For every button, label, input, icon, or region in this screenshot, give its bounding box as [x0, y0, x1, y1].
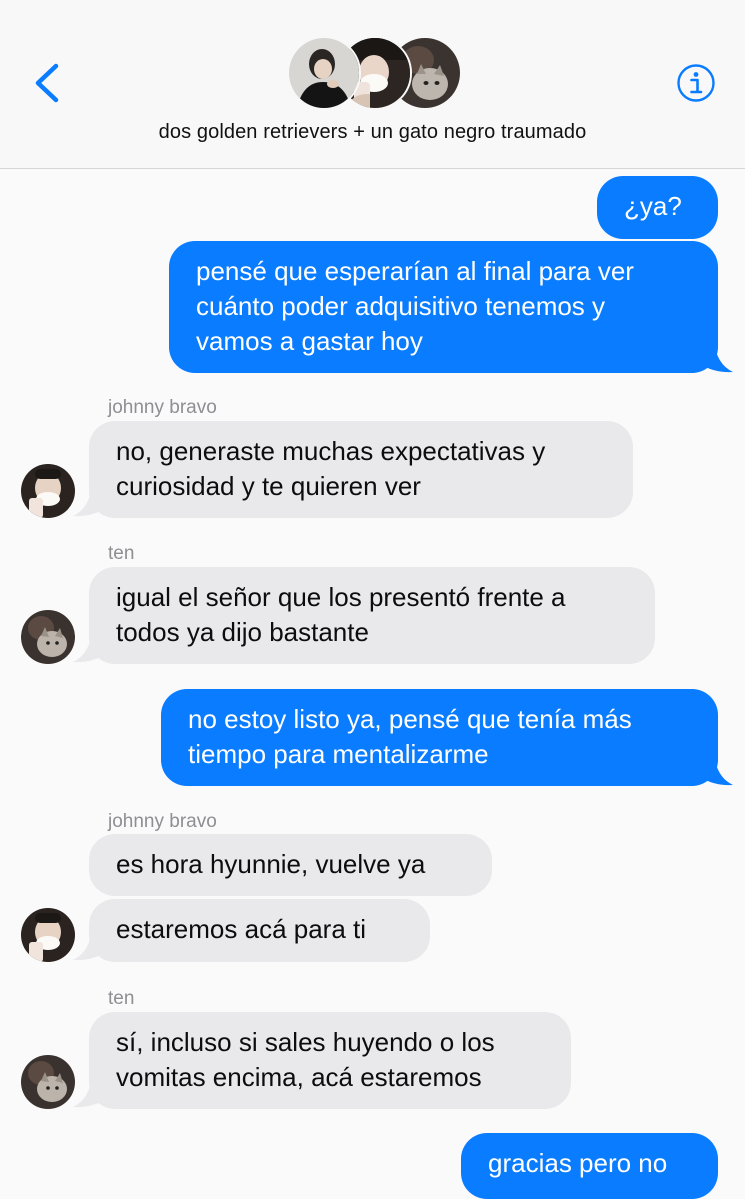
- message-text-line: no, generaste muchas expectativas y: [116, 436, 546, 466]
- message-text: es hora hyunnie, vuelve ya: [116, 849, 426, 879]
- bubble-tail-incoming: [73, 1075, 106, 1108]
- bubble-tail-incoming: [73, 630, 106, 663]
- contact-avatar-ten[interactable]: [21, 1055, 75, 1109]
- sender-name: ten: [108, 543, 135, 564]
- back-button[interactable]: [28, 60, 68, 106]
- sender-name: johnny bravo: [108, 811, 217, 832]
- message-text-line: curiosidad y te quieren ver: [116, 471, 421, 501]
- incoming-message-bubble[interactable]: sí, incluso si sales huyendo o los vomit…: [89, 1012, 571, 1109]
- outgoing-message-bubble[interactable]: gracias pero no: [461, 1133, 718, 1199]
- contact-avatar-johnny[interactable]: [21, 908, 75, 962]
- info-button[interactable]: [676, 63, 716, 103]
- message-text-line: tiempo para mentalizarme: [188, 739, 489, 769]
- chevron-left-icon: [35, 63, 59, 103]
- bubble-tail-incoming: [73, 484, 106, 517]
- message-text-line: sí, incluso si sales huyendo o los: [116, 1027, 495, 1057]
- message-text: estaremos acá para ti: [116, 914, 367, 944]
- incoming-message-bubble[interactable]: no, generaste muchas expectativas y curi…: [89, 421, 633, 518]
- incoming-message-bubble[interactable]: estaremos acá para ti: [89, 899, 430, 962]
- message-text-line: pensé que esperarían al final para ver: [196, 256, 634, 286]
- message-text-line: vamos a gastar hoy: [196, 326, 423, 356]
- message-text: ¿ya?: [624, 191, 682, 221]
- outgoing-message-bubble[interactable]: no estoy listo ya, pensé que tenía más t…: [161, 689, 718, 786]
- message-text-line: no estoy listo ya, pensé que tenía más: [188, 704, 632, 734]
- contact-avatar-johnny[interactable]: [21, 464, 75, 518]
- bubble-tail-outgoing: [700, 753, 733, 786]
- message-text-line: igual el señor que los presentó frente a: [116, 582, 566, 612]
- outgoing-message-bubble[interactable]: pensé que esperarían al final para ver c…: [169, 241, 718, 373]
- incoming-message-bubble[interactable]: igual el señor que los presentó frente a…: [89, 567, 655, 664]
- message-text-line: todos ya dijo bastante: [116, 617, 369, 647]
- bubble-tail-incoming: [73, 928, 106, 961]
- conversation-title[interactable]: dos golden retrievers + un gato negro tr…: [0, 121, 745, 144]
- group-avatar-photo-1[interactable]: [287, 36, 361, 110]
- message-text: gracias pero no: [488, 1148, 668, 1178]
- info-icon: [677, 64, 715, 102]
- contact-avatar-ten[interactable]: [21, 610, 75, 664]
- sender-name: johnny bravo: [108, 397, 217, 418]
- incoming-message-bubble[interactable]: es hora hyunnie, vuelve ya: [89, 834, 492, 896]
- bubble-tail-outgoing: [700, 340, 733, 373]
- message-text-line: vomitas encima, acá estaremos: [116, 1062, 482, 1092]
- conversation-header: dos golden retrievers + un gato negro tr…: [0, 0, 745, 169]
- sender-name: ten: [108, 988, 135, 1009]
- message-text-line: cuánto poder adquisitivo tenemos y: [196, 291, 606, 321]
- outgoing-message-bubble[interactable]: ¿ya?: [597, 176, 718, 239]
